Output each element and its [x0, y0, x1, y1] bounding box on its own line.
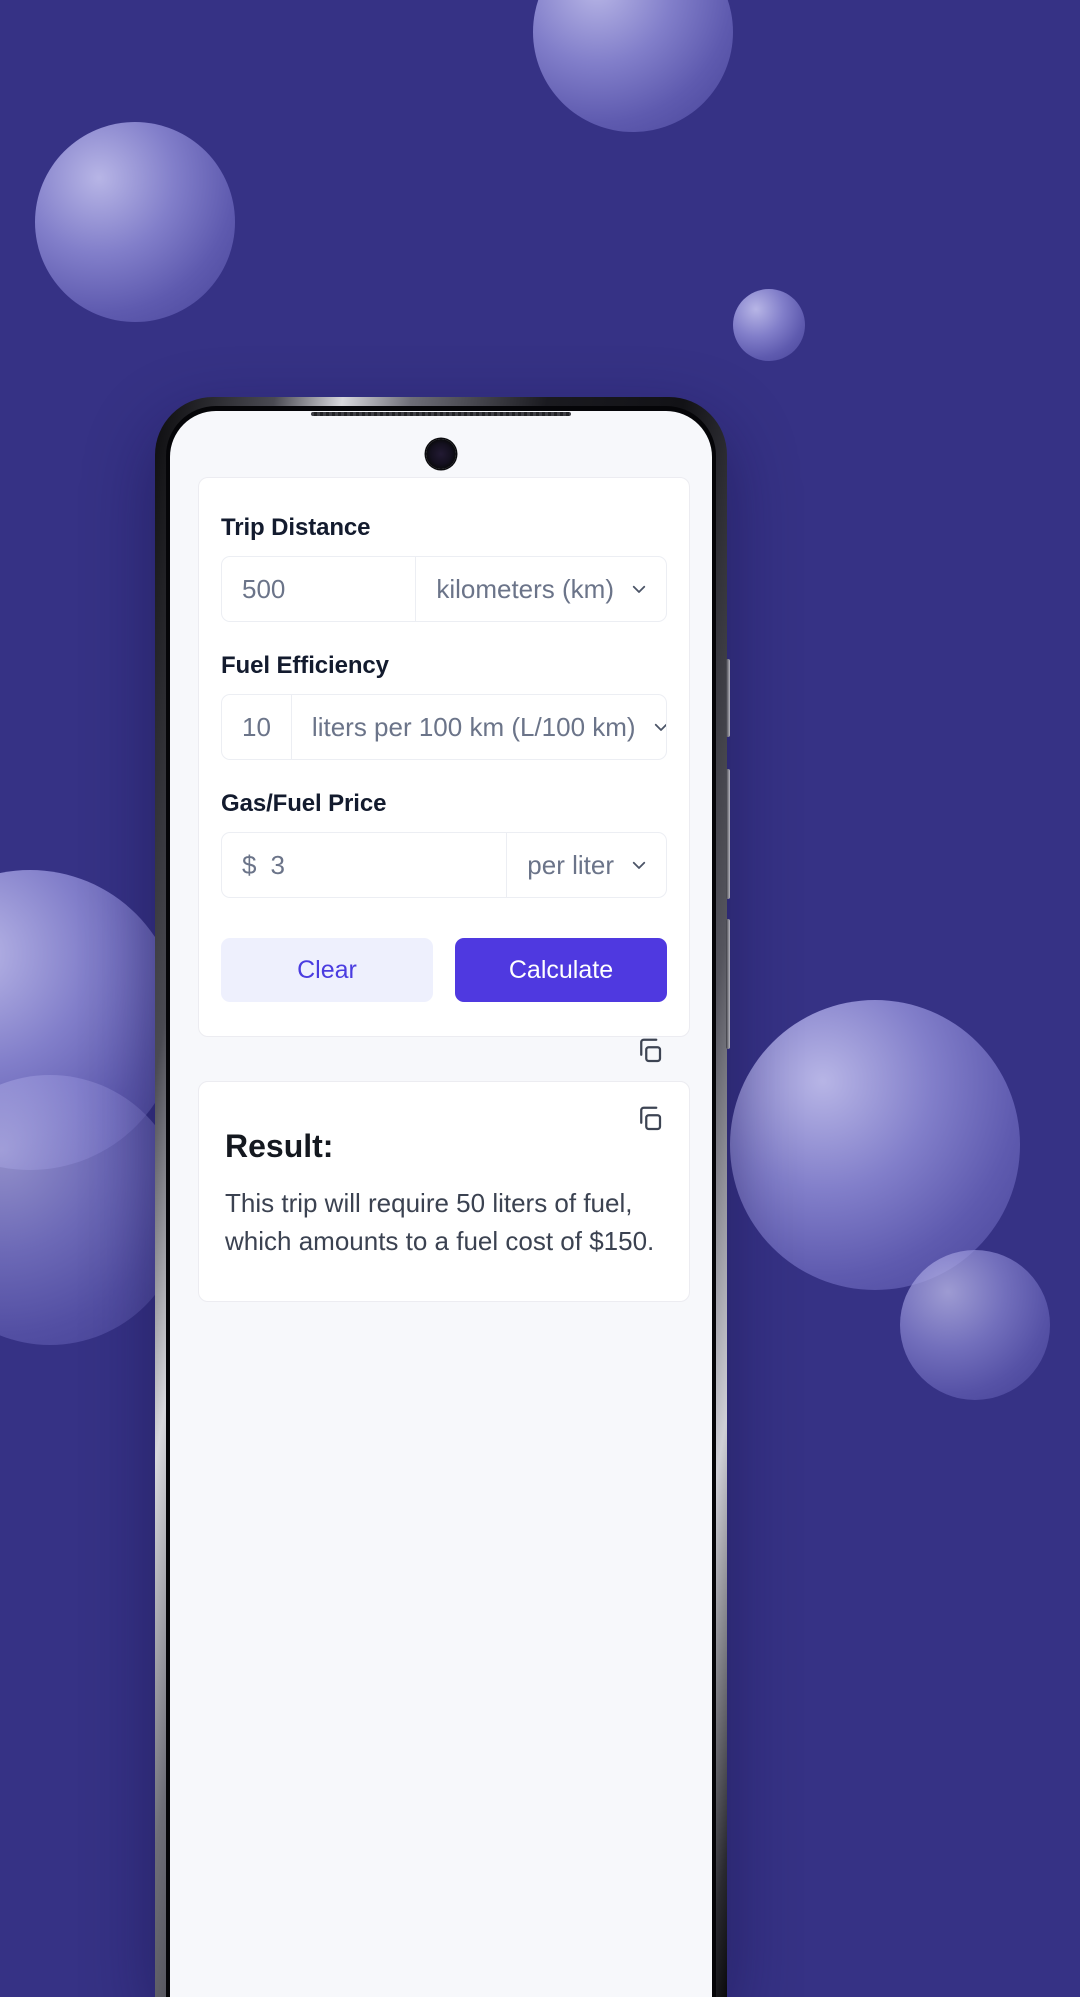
action-button-row: Clear Calculate [221, 938, 667, 1002]
trip-distance-input[interactable]: 500 [222, 557, 415, 621]
trip-distance-value: 500 [242, 573, 286, 604]
chevron-down-icon [630, 856, 648, 874]
phone-mockup: Trip Distance 500 kilometers (km) Fuel E… [155, 397, 730, 1997]
background-sphere [733, 289, 805, 361]
fuel-cost-calculator-app: Trip Distance 500 kilometers (km) Fuel E… [170, 411, 712, 1302]
phone-side-button [726, 659, 730, 737]
earpiece-speaker [311, 412, 571, 416]
fuel-efficiency-label: Fuel Efficiency [221, 652, 389, 679]
result-title: Result: [225, 1128, 334, 1164]
background-sphere [533, 0, 733, 132]
gas-fuel-price-value: 3 [270, 849, 285, 880]
gas-fuel-price-unit-select[interactable]: per liter [507, 833, 666, 897]
fuel-efficiency-unit-value: liters per 100 km (L/100 km) [311, 711, 636, 742]
phone-screen: Trip Distance 500 kilometers (km) Fuel E… [170, 411, 712, 1997]
phone-bezel: Trip Distance 500 kilometers (km) Fuel E… [166, 406, 716, 1997]
result-card: Result: This trip will require 50 liters… [198, 1038, 690, 1302]
background-sphere [730, 1000, 1020, 1290]
fuel-efficiency-unit-select[interactable]: liters per 100 km (L/100 km) [292, 695, 666, 759]
copy-icon[interactable] [635, 1104, 665, 1134]
chevron-down-icon [630, 580, 648, 598]
background-sphere [900, 1250, 1050, 1400]
result-section: Result: This trip will require 50 liters… [198, 1038, 690, 1302]
copy-icon[interactable] [635, 1036, 665, 1066]
gas-fuel-price-label: Gas/Fuel Price [221, 790, 387, 817]
trip-distance-unit-select[interactable]: kilometers (km) [416, 557, 666, 621]
trip-distance-field[interactable]: 500 kilometers (km) [221, 556, 667, 622]
calculator-form-card: Trip Distance 500 kilometers (km) Fuel E… [198, 477, 690, 1037]
fuel-efficiency-input[interactable]: 10 [222, 695, 291, 759]
trip-distance-unit-value: kilometers (km) [436, 573, 614, 604]
front-camera [426, 439, 456, 469]
clear-button[interactable]: Clear [221, 938, 433, 1002]
gas-fuel-price-field[interactable]: $ 3 per liter [221, 832, 667, 898]
calculate-button[interactable]: Calculate [455, 938, 667, 1002]
background-sphere [35, 122, 235, 322]
trip-distance-label: Trip Distance [221, 514, 371, 541]
fuel-efficiency-value: 10 [242, 711, 271, 742]
gas-fuel-price-input[interactable]: $ 3 [222, 833, 506, 897]
gas-fuel-price-unit-value: per liter [527, 849, 614, 880]
phone-volume-up-button [726, 769, 730, 899]
chevron-down-icon [652, 718, 666, 736]
currency-symbol: $ [242, 849, 257, 880]
result-text: This trip will require 50 liters of fuel… [225, 1188, 655, 1256]
phone-volume-down-button [726, 919, 730, 1049]
fuel-efficiency-field[interactable]: 10 liters per 100 km (L/100 km) [221, 694, 667, 760]
